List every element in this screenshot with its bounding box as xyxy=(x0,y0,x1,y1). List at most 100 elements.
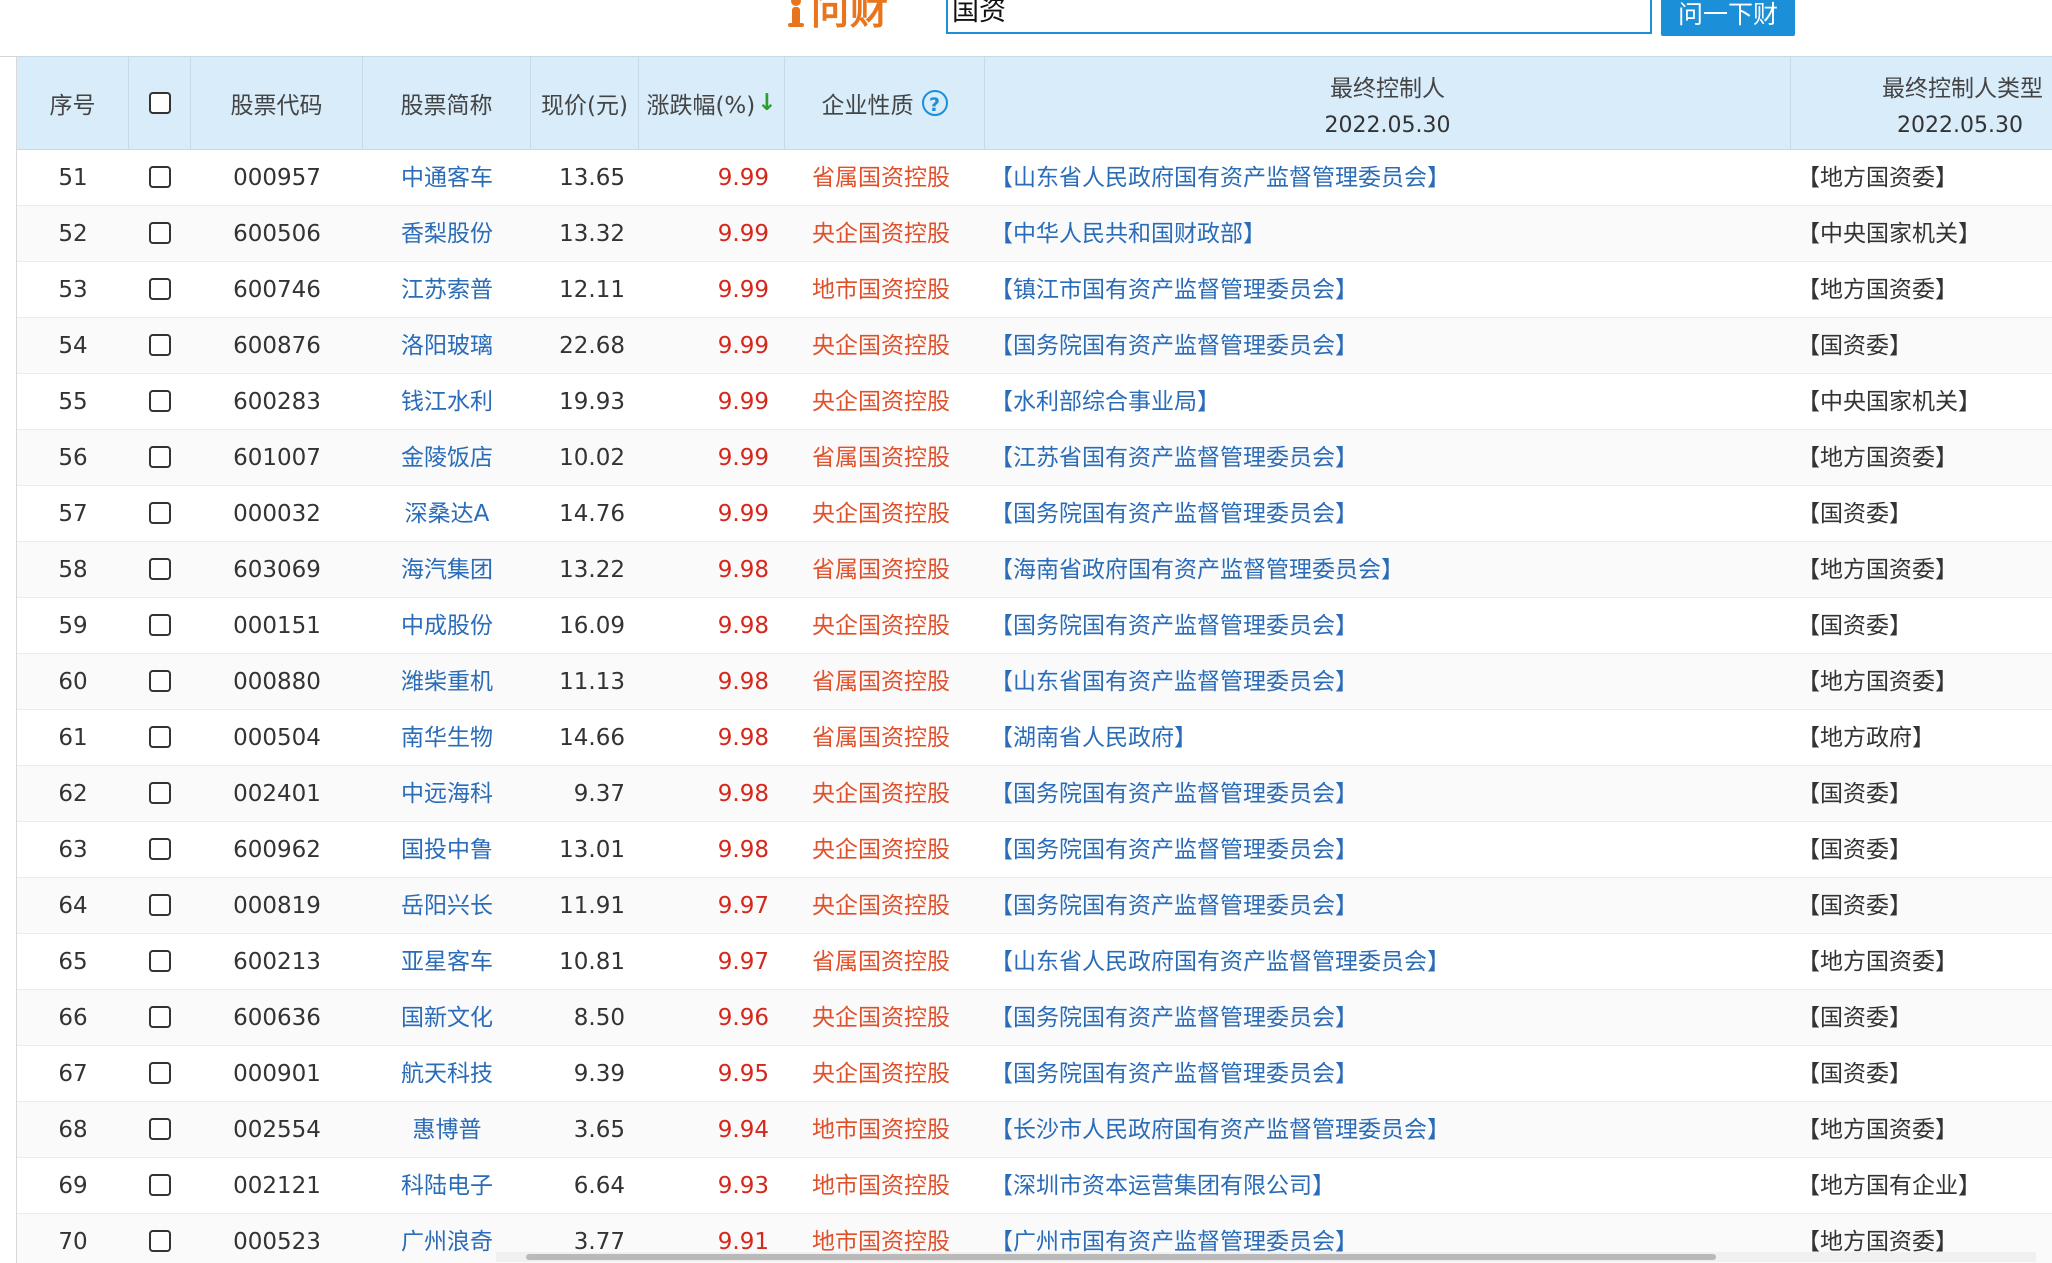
row-checkbox[interactable] xyxy=(149,1061,171,1084)
row-checkbox-cell xyxy=(129,654,191,710)
row-stock-name-link[interactable]: 金陵饭店 xyxy=(363,430,531,486)
row-checkbox[interactable] xyxy=(149,1229,171,1252)
row-seq: 54 xyxy=(58,333,88,359)
row-checkbox-cell xyxy=(129,150,191,206)
col-seq: 序号 xyxy=(17,57,129,149)
row-price: 12.11 xyxy=(559,277,625,303)
row-stock-name-link[interactable]: 中远海科 xyxy=(363,766,531,822)
row-seq: 68 xyxy=(58,1117,88,1143)
row-stock-code: 000032 xyxy=(233,501,321,527)
row-stock-name-link[interactable]: 深桑达A xyxy=(363,486,531,542)
row-stock-name-link[interactable]: 香梨股份 xyxy=(363,206,531,262)
row-seq: 63 xyxy=(58,837,88,863)
row-checkbox[interactable] xyxy=(149,501,171,524)
horizontal-scrollbar[interactable] xyxy=(496,1252,2036,1262)
search-input[interactable]: 国资 xyxy=(946,0,1652,34)
row-checkbox[interactable] xyxy=(149,725,171,748)
row-stock-name-link[interactable]: 洛阳玻璃 xyxy=(363,318,531,374)
col-name[interactable]: 股票简称 xyxy=(363,57,531,149)
col-controller-type[interactable]: 最终控制人类型 2022.05.30 xyxy=(1791,57,2052,149)
col-nature[interactable]: 企业性质 ? xyxy=(785,57,985,149)
row-checkbox-cell xyxy=(129,206,191,262)
row-stock-name-link[interactable]: 南华生物 xyxy=(363,710,531,766)
row-stock-name-link[interactable]: 国新文化 xyxy=(363,990,531,1046)
row-price: 9.39 xyxy=(573,1061,625,1087)
row-controller-link[interactable]: 【国务院国有资产监督管理委员会】 xyxy=(990,318,1790,374)
row-stock-name-link[interactable]: 航天科技 xyxy=(363,1046,531,1102)
row-controller-link[interactable]: 【湖南省人民政府】 xyxy=(990,710,1790,766)
sort-desc-icon[interactable]: ↓ xyxy=(757,90,776,116)
row-controller-link[interactable]: 【山东省人民政府国有资产监督管理委员会】 xyxy=(990,150,1790,206)
row-stock-name-link[interactable]: 国投中鲁 xyxy=(363,822,531,878)
row-controller-link[interactable]: 【国务院国有资产监督管理委员会】 xyxy=(990,878,1790,934)
row-controller-link[interactable]: 【长沙市人民政府国有资产监督管理委员会】 xyxy=(990,1102,1790,1158)
row-checkbox[interactable] xyxy=(149,949,171,972)
row-checkbox[interactable] xyxy=(149,1005,171,1028)
row-price: 11.91 xyxy=(559,893,625,919)
row-checkbox[interactable] xyxy=(149,669,171,692)
select-all-checkbox[interactable] xyxy=(148,92,171,114)
row-controller-link[interactable]: 【水利部综合事业局】 xyxy=(990,374,1790,430)
row-controller-type: 【国资委】 xyxy=(1797,781,1912,807)
row-enterprise-nature: 省属国资控股 xyxy=(812,669,950,695)
row-controller-link[interactable]: 【海南省政府国有资产监督管理委员会】 xyxy=(990,542,1790,598)
scrollbar-thumb[interactable] xyxy=(526,1254,1716,1260)
row-checkbox[interactable] xyxy=(149,893,171,916)
wencai-logo[interactable]: 问财 xyxy=(785,0,889,36)
row-controller-link[interactable]: 【深圳市资本运营集团有限公司】 xyxy=(990,1158,1790,1214)
row-enterprise-nature: 省属国资控股 xyxy=(812,949,950,975)
row-checkbox-cell xyxy=(129,1046,191,1102)
row-controller-link[interactable]: 【山东省国有资产监督管理委员会】 xyxy=(990,654,1790,710)
row-controller-link[interactable]: 【国务院国有资产监督管理委员会】 xyxy=(990,990,1790,1046)
row-price: 9.37 xyxy=(573,781,625,807)
row-stock-name-link[interactable]: 江苏索普 xyxy=(363,262,531,318)
row-stock-code: 601007 xyxy=(233,445,321,471)
ask-button[interactable]: 问一下财 xyxy=(1661,0,1795,36)
row-checkbox[interactable] xyxy=(149,781,171,804)
row-change-pct: 9.94 xyxy=(717,1117,769,1143)
row-price: 13.01 xyxy=(559,837,625,863)
row-checkbox-cell xyxy=(129,374,191,430)
row-price: 3.65 xyxy=(573,1117,625,1143)
row-controller-link[interactable]: 【国务院国有资产监督管理委员会】 xyxy=(990,598,1790,654)
row-controller-link[interactable]: 【山东省人民政府国有资产监督管理委员会】 xyxy=(990,934,1790,990)
row-stock-name-link[interactable]: 中成股份 xyxy=(363,598,531,654)
row-stock-name-link[interactable]: 惠博普 xyxy=(363,1102,531,1158)
row-change-pct: 9.98 xyxy=(717,669,769,695)
row-checkbox[interactable] xyxy=(149,165,171,188)
row-controller-link[interactable]: 【国务院国有资产监督管理委员会】 xyxy=(990,822,1790,878)
row-controller-link[interactable]: 【国务院国有资产监督管理委员会】 xyxy=(990,486,1790,542)
result-table: 序号 股票代码 股票简称 现价(元) 涨跌幅(%) ↓ 企业性质 ? 最终控制人… xyxy=(16,56,2052,1263)
row-stock-name-link[interactable]: 钱江水利 xyxy=(363,374,531,430)
col-code[interactable]: 股票代码 xyxy=(191,57,363,149)
row-controller-link[interactable]: 【国务院国有资产监督管理委员会】 xyxy=(990,1046,1790,1102)
col-change[interactable]: 涨跌幅(%) ↓ xyxy=(639,57,785,149)
row-stock-name-link[interactable]: 中通客车 xyxy=(363,150,531,206)
row-stock-name-link[interactable]: 亚星客车 xyxy=(363,934,531,990)
row-checkbox[interactable] xyxy=(149,445,171,468)
col-controller[interactable]: 最终控制人 2022.05.30 xyxy=(985,57,1791,149)
row-checkbox[interactable] xyxy=(149,557,171,580)
table-row: 60 000880 潍柴重机 11.13 9.98 省属国资控股 【山东省国有资产监督管理委… xyxy=(17,654,2052,710)
row-enterprise-nature: 央企国资控股 xyxy=(812,781,950,807)
row-checkbox[interactable] xyxy=(149,837,171,860)
row-checkbox[interactable] xyxy=(149,1173,171,1196)
row-stock-name-link[interactable]: 科陆电子 xyxy=(363,1158,531,1214)
help-icon[interactable]: ? xyxy=(921,90,948,116)
row-stock-name-link[interactable]: 潍柴重机 xyxy=(363,654,531,710)
col-price[interactable]: 现价(元) xyxy=(531,57,639,149)
row-stock-name-link[interactable]: 岳阳兴长 xyxy=(363,878,531,934)
row-checkbox[interactable] xyxy=(149,389,171,412)
row-controller-link[interactable]: 【镇江市国有资产监督管理委员会】 xyxy=(990,262,1790,318)
row-stock-code: 000880 xyxy=(233,669,321,695)
row-controller-link[interactable]: 【国务院国有资产监督管理委员会】 xyxy=(990,766,1790,822)
row-checkbox[interactable] xyxy=(149,333,171,356)
row-stock-name-link[interactable]: 海汽集团 xyxy=(363,542,531,598)
row-controller-link[interactable]: 【中华人民共和国财政部】 xyxy=(990,206,1790,262)
row-controller-type: 【国资委】 xyxy=(1797,333,1912,359)
row-checkbox[interactable] xyxy=(149,613,171,636)
row-controller-link[interactable]: 【江苏省国有资产监督管理委员会】 xyxy=(990,430,1790,486)
row-checkbox[interactable] xyxy=(149,221,171,244)
row-checkbox[interactable] xyxy=(149,277,171,300)
row-checkbox[interactable] xyxy=(149,1117,171,1140)
